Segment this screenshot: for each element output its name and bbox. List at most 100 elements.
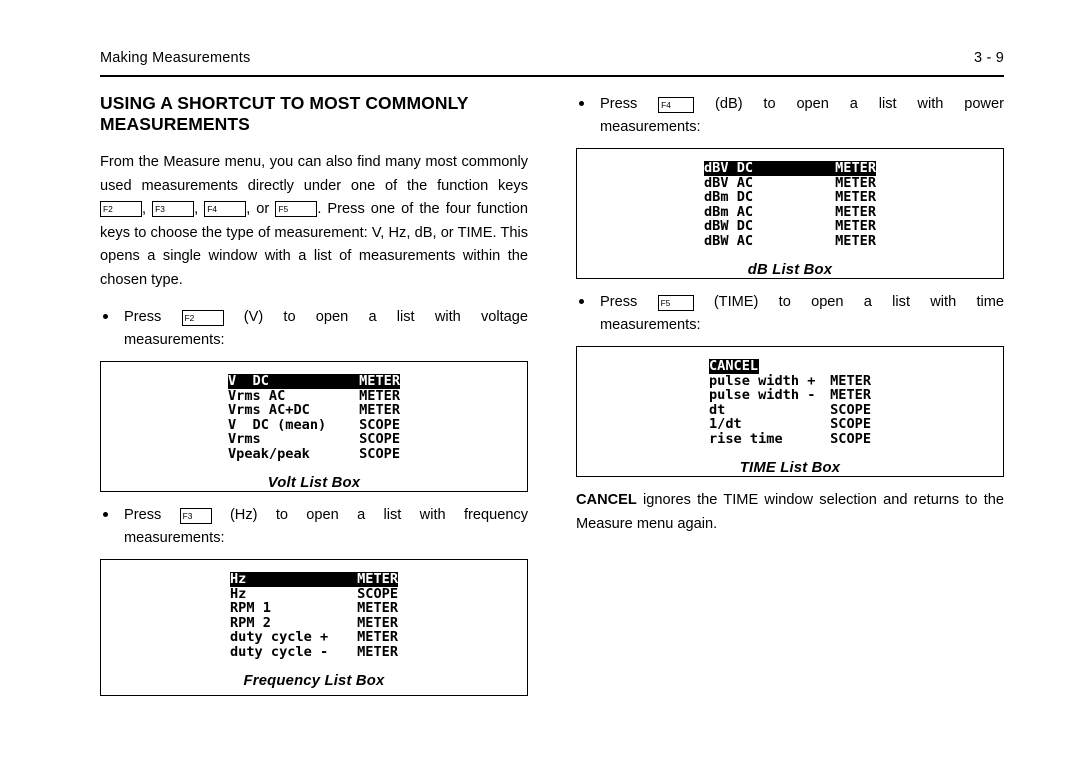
bullet-db-paren: (dB) bbox=[715, 96, 743, 112]
list-row-label: RPM 2 bbox=[230, 614, 271, 631]
time-list-screen[interactable]: CANCEL pulse width + METER pulse width - MET… bbox=[709, 359, 871, 447]
function-key-f3-button[interactable]: F3 bbox=[179, 508, 212, 524]
list-row[interactable]: dBm DC METER bbox=[704, 190, 876, 205]
function-key-f4-inline[interactable]: F4 bbox=[204, 201, 247, 217]
list-row-label: V DC bbox=[228, 373, 269, 389]
list-row-label: 1/dt bbox=[709, 416, 742, 433]
list-row-mode: METER bbox=[359, 402, 400, 419]
function-key-f3-inline[interactable]: F3 bbox=[152, 201, 195, 217]
bullet-volt-w6: voltage bbox=[480, 309, 529, 325]
list-row-label: pulse width + bbox=[709, 372, 816, 389]
list-row[interactable]: Vrms AC+DC METER bbox=[228, 403, 400, 418]
bullet-dot-icon bbox=[103, 314, 108, 319]
bullet-freq-w6: frequency bbox=[463, 507, 529, 523]
list-row[interactable]: CANCEL bbox=[709, 359, 871, 374]
list-row-mode: SCOPE bbox=[830, 416, 871, 433]
function-key-f5-button[interactable]: F5 bbox=[657, 295, 694, 311]
volt-list-screen[interactable]: V DC METER Vrms AC METER Vrms AC+DC METER V DC… bbox=[228, 374, 400, 462]
bullet-freq-w5: with bbox=[419, 507, 446, 523]
list-row[interactable]: Vpeak/peak SCOPE bbox=[228, 447, 400, 462]
list-row[interactable]: duty cycle - METER bbox=[230, 645, 398, 660]
function-key-f2-inline[interactable]: F2 bbox=[100, 201, 142, 217]
list-row-label: Vrms AC bbox=[228, 387, 286, 404]
intro-text-part-1: From the Measure menu, you can also find… bbox=[100, 154, 528, 194]
bullet-volt: Press F2 (V) to open a list with voltage… bbox=[100, 306, 528, 352]
list-row[interactable]: 1/dt SCOPE bbox=[709, 417, 871, 432]
list-row-mode: METER bbox=[830, 387, 871, 404]
list-row-label: Hz bbox=[230, 571, 247, 587]
bullet-volt-w4: list bbox=[396, 309, 415, 325]
list-row-label: V DC (mean) bbox=[228, 416, 327, 433]
figure-caption-db: dB List Box bbox=[747, 261, 833, 278]
list-row-mode: SCOPE bbox=[359, 445, 400, 462]
list-row-mode: METER bbox=[835, 189, 876, 206]
list-row-mode: METER bbox=[835, 160, 876, 176]
list-row-mode: SCOPE bbox=[830, 430, 871, 447]
intro-paragraph: From the Measure menu, you can also find… bbox=[100, 151, 528, 292]
list-row[interactable]: dBV AC METER bbox=[704, 174, 876, 191]
list-row-label: pulse width - bbox=[709, 387, 816, 404]
bullet-volt-w2: open bbox=[315, 309, 349, 325]
bullet-db-w6: power bbox=[964, 96, 1004, 112]
list-row[interactable]: Hz SCOPE bbox=[230, 585, 398, 602]
function-key-f4-button[interactable]: F4 bbox=[658, 97, 695, 113]
function-key-f5-inline[interactable]: F5 bbox=[275, 201, 318, 217]
list-row-label: Vrms AC+DC bbox=[228, 402, 310, 419]
figure-caption-frequency: Frequency List Box bbox=[243, 672, 385, 689]
bullet-dot-icon bbox=[579, 101, 584, 106]
bullet-time-w1: to bbox=[778, 294, 791, 310]
bullet-freq-w2: open bbox=[306, 507, 339, 523]
bullet-db-w4: list bbox=[878, 96, 897, 112]
db-list-screen[interactable]: dBV DC METER dBV AC METER dBm DC METER dBm AC M… bbox=[704, 161, 876, 249]
list-row-mode: METER bbox=[835, 174, 876, 191]
list-row[interactable]: rise time SCOPE bbox=[709, 432, 871, 447]
bullet-time: Press F5 (TIME) to open a list with time… bbox=[576, 291, 1004, 337]
list-row-label: dBm DC bbox=[704, 189, 754, 206]
function-key-f2-button[interactable]: F2 bbox=[181, 310, 224, 326]
list-row[interactable]: dBm AC METER bbox=[704, 205, 876, 220]
cancel-note: CANCEL ignores the TIME window selection… bbox=[576, 489, 1004, 536]
list-row-label: dBV DC bbox=[704, 160, 754, 176]
list-row[interactable]: RPM 2 METER bbox=[230, 616, 398, 631]
list-row-label: Vpeak/peak bbox=[228, 445, 310, 462]
bullet-freq-press: Press bbox=[124, 507, 162, 523]
bullet-frequency: Press F3 (Hz) to open a list with freque… bbox=[100, 504, 528, 550]
bullet-time-w6: time bbox=[976, 294, 1005, 310]
list-row[interactable]: dt SCOPE bbox=[709, 403, 871, 418]
list-row-label: CANCEL bbox=[709, 358, 760, 374]
list-row[interactable]: duty cycle + METER bbox=[230, 630, 398, 645]
list-row[interactable]: Vrms AC METER bbox=[228, 387, 400, 404]
bullet-dot-icon bbox=[103, 512, 108, 517]
frequency-list-screen[interactable]: Hz METER Hz SCOPE RPM 1 METER RPM 2 METER duty c… bbox=[230, 572, 398, 660]
list-row[interactable]: V DC (mean) SCOPE bbox=[228, 418, 400, 433]
list-row-mode: SCOPE bbox=[359, 431, 400, 448]
list-row[interactable]: V DC METER bbox=[228, 374, 400, 389]
list-row[interactable]: pulse width - METER bbox=[709, 388, 871, 403]
list-row[interactable]: pulse width + METER bbox=[709, 372, 871, 389]
figure-db-list-box: dBV DC METER dBV AC METER dBm DC METER dBm AC M… bbox=[576, 148, 1004, 279]
list-row[interactable]: Hz METER bbox=[230, 572, 398, 587]
bullet-time-w3: a bbox=[863, 294, 872, 310]
bullet-time-w4: list bbox=[892, 294, 911, 310]
list-row-mode: SCOPE bbox=[830, 401, 871, 418]
figure-caption-volt: Volt List Box bbox=[267, 474, 361, 491]
chapter-title: Making Measurements bbox=[100, 50, 251, 66]
list-row[interactable]: RPM 1 METER bbox=[230, 601, 398, 616]
list-row-label: dBV AC bbox=[704, 174, 754, 191]
list-row-label: dt bbox=[709, 401, 726, 418]
list-row[interactable]: Vrms SCOPE bbox=[228, 432, 400, 447]
list-row-mode: METER bbox=[835, 203, 876, 220]
list-row-mode: METER bbox=[830, 372, 871, 389]
cancel-note-text: ignores the TIME window selection and re… bbox=[576, 492, 1004, 532]
bullet-time-line2: measurements: bbox=[600, 317, 701, 333]
cancel-note-keyword: CANCEL bbox=[576, 492, 637, 508]
bullet-volt-w5: with bbox=[434, 309, 461, 325]
list-row[interactable]: dBW AC METER bbox=[704, 234, 876, 249]
list-row-label: Hz bbox=[230, 585, 247, 602]
intro-separator-2: , bbox=[194, 201, 199, 217]
bullet-time-press: Press bbox=[600, 294, 638, 310]
bullet-freq-w4: list bbox=[383, 507, 402, 523]
intro-separator-1: , bbox=[142, 201, 147, 217]
list-row[interactable]: dBV DC METER bbox=[704, 161, 876, 176]
list-row[interactable]: dBW DC METER bbox=[704, 219, 876, 234]
